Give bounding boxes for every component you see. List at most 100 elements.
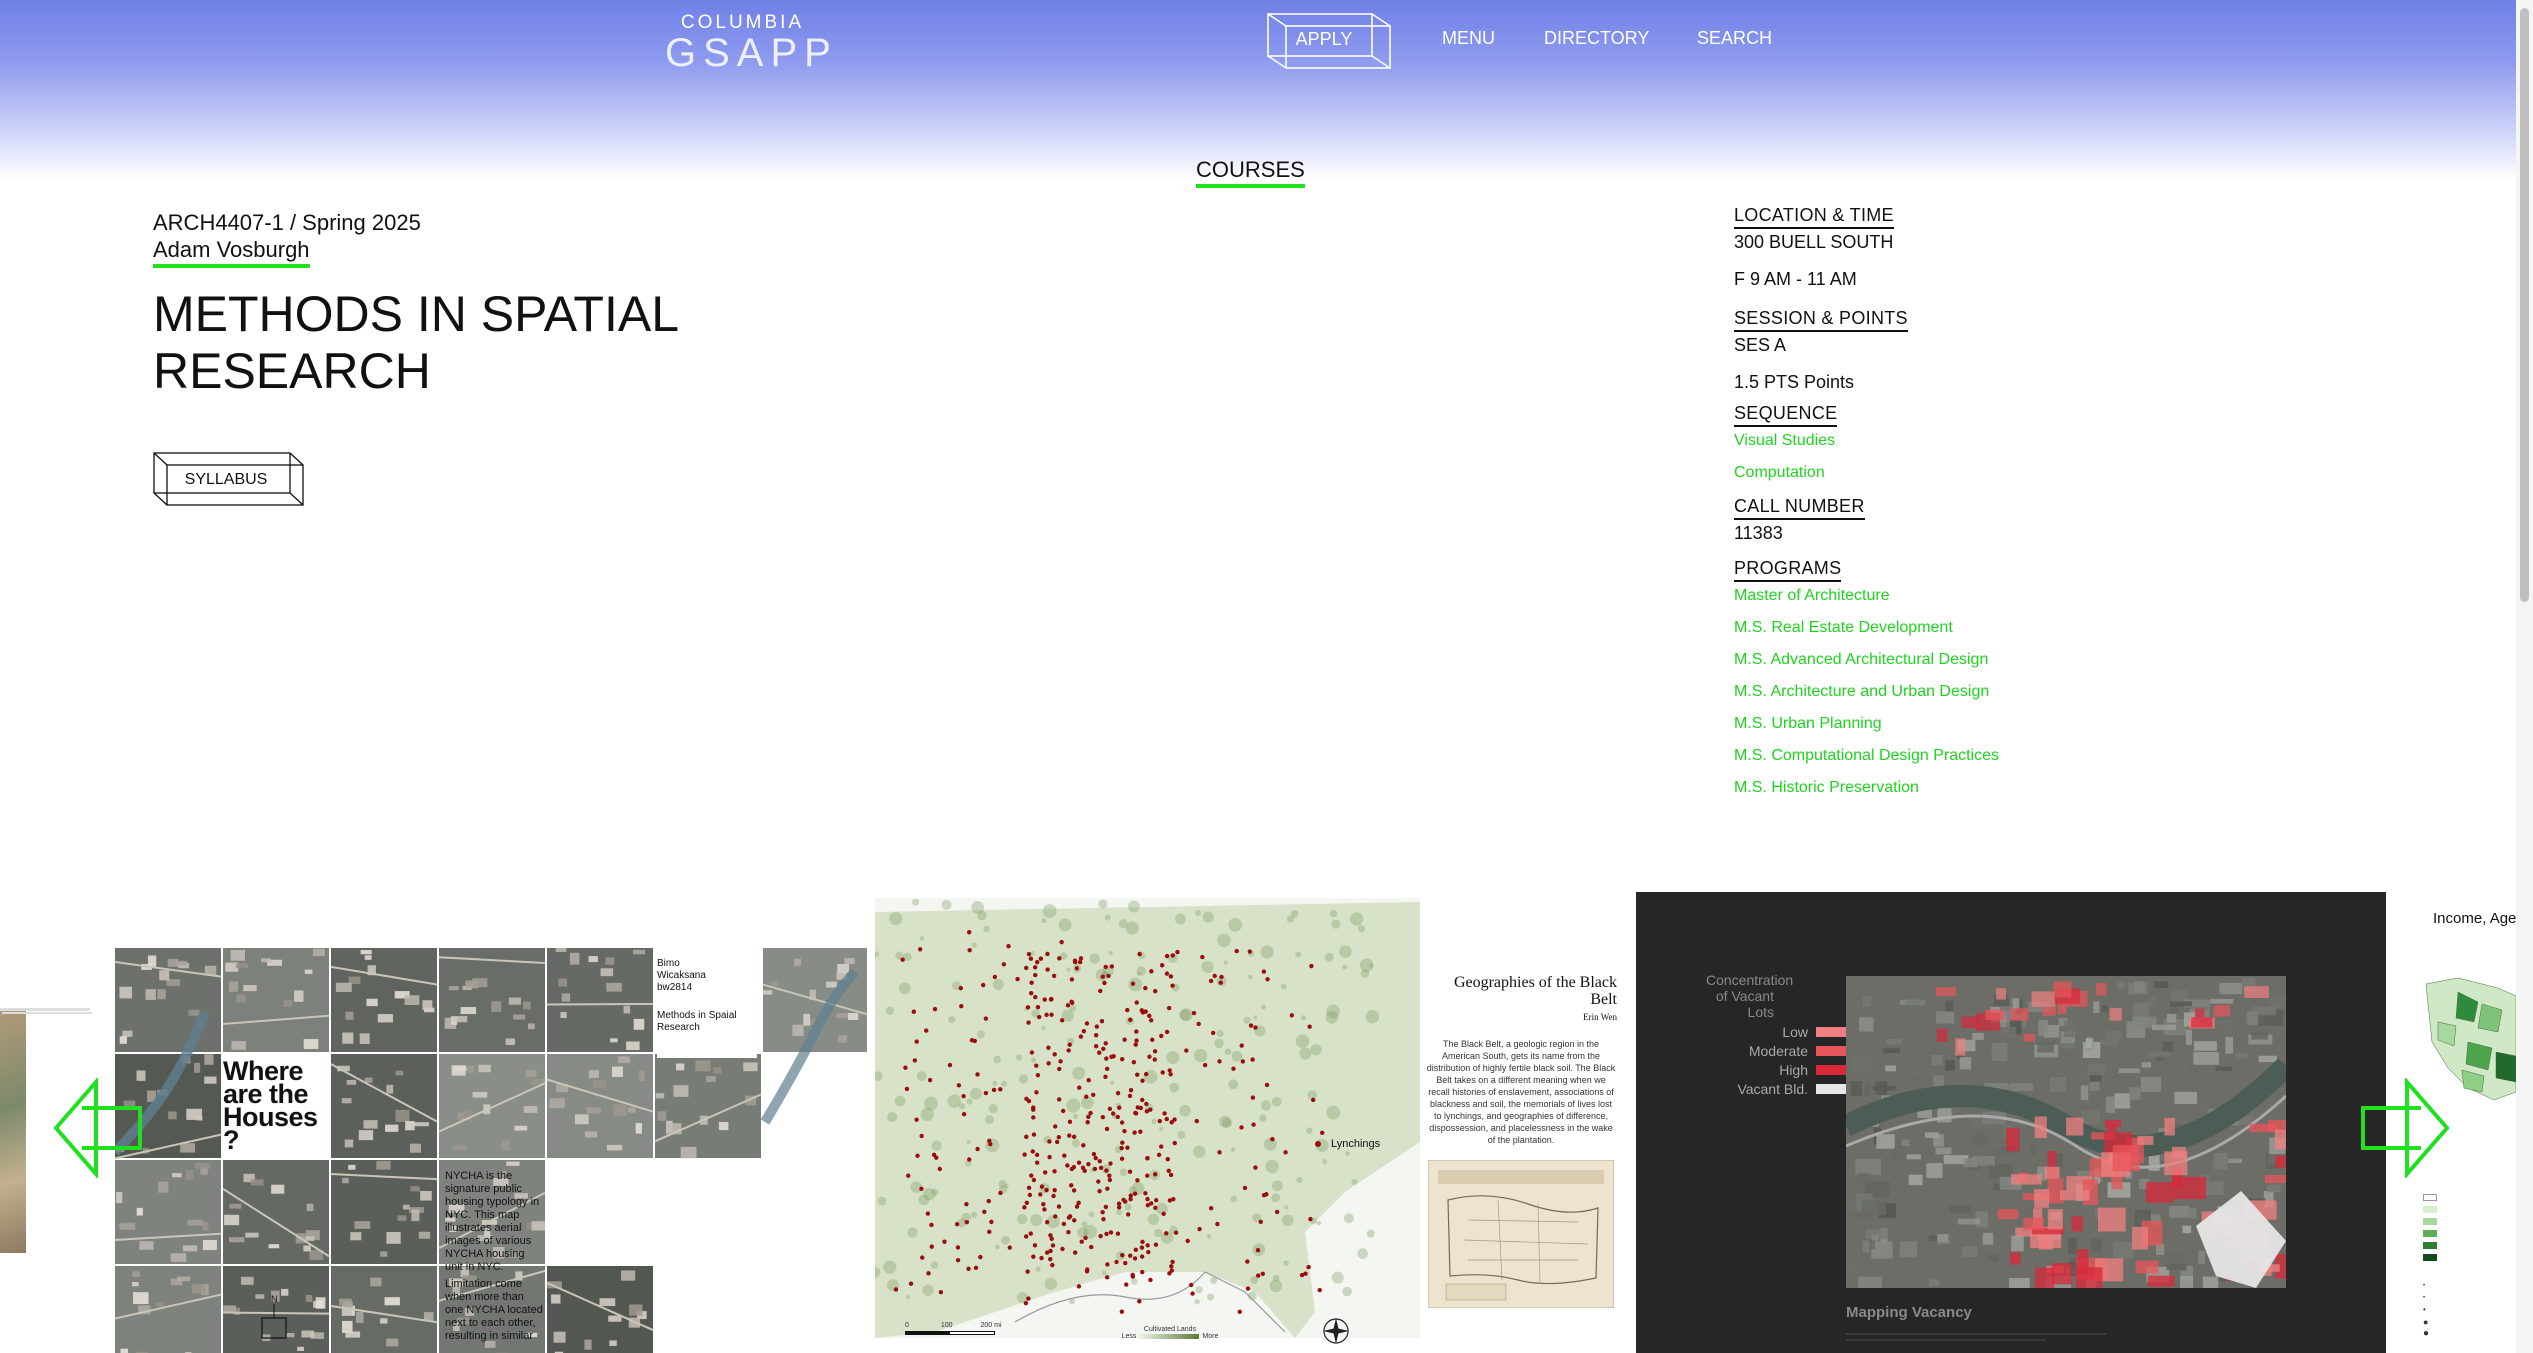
sequence-visual-studies[interactable]: Visual Studies [1734, 432, 2134, 450]
lynching-dot [1104, 1126, 1110, 1132]
lynching-dot [1104, 1275, 1110, 1280]
lynching-dot [1098, 988, 1103, 994]
sequence-computation[interactable]: Computation [1734, 464, 2134, 482]
aerial-building [422, 1000, 433, 1011]
vacancy-aerial-block [2210, 998, 2234, 1004]
map-terrain-patch [1284, 1205, 1289, 1210]
program-msup[interactable]: M.S. Urban Planning [1734, 715, 2134, 733]
lynching-dot [1153, 1205, 1158, 1211]
aerial-building [187, 1219, 204, 1226]
lynching-dot [1250, 1057, 1255, 1062]
lynching-dot [1208, 978, 1214, 984]
aerial-building [303, 1245, 311, 1252]
aerial-building [376, 1160, 391, 1170]
lynching-dot [1247, 949, 1253, 954]
lynching-dot [1088, 1110, 1093, 1116]
map-terrain-patch [1119, 1168, 1128, 1177]
lynching-dot [1128, 1017, 1133, 1022]
lynching-dot [1078, 956, 1084, 961]
map-terrain-patch [1127, 900, 1140, 913]
vacancy-aerial-block [2198, 1250, 2205, 1265]
instructor-link[interactable]: Adam Vosburgh [153, 237, 310, 268]
program-march[interactable]: Master of Architecture [1734, 587, 2134, 605]
lynching-dot [938, 1290, 944, 1295]
black-belt-map [875, 898, 1420, 1338]
vacancy-aerial-block [1962, 1246, 1978, 1257]
lynching-dot [1100, 1114, 1106, 1120]
lynching-dot [908, 1281, 914, 1286]
program-mshp[interactable]: M.S. Historic Preservation [1734, 779, 2134, 797]
vacancy-parcel [2023, 1033, 2035, 1042]
lynching-dot [1306, 1264, 1311, 1270]
carousel-prev-button[interactable] [52, 1076, 144, 1183]
aerial-building [599, 1298, 616, 1307]
lynching-dot [1166, 1005, 1172, 1011]
nav-search[interactable]: SEARCH [1697, 28, 1772, 49]
lynching-dot [1041, 1201, 1046, 1207]
lynching-dot [1242, 1185, 1248, 1191]
lynching-dot [1054, 1139, 1060, 1145]
slide-where-are-the-houses[interactable]: Bimo Wicaksana bw2814 Methods in Spaial … [115, 892, 867, 1353]
aerial-building [397, 1215, 407, 1221]
lynching-dot [1212, 973, 1217, 979]
map-terrain-patch [1230, 1147, 1236, 1152]
aerial-building [354, 1221, 371, 1229]
vacancy-legend-swatch [1816, 1083, 1846, 1094]
lynching-dot [1200, 954, 1205, 960]
vacancy-aerial-block [1988, 1163, 2013, 1179]
gsapp-logo[interactable]: COLUMBIA GSAPP [665, 12, 831, 73]
slide-black-belt[interactable]: Lynchings Geographies of the Black Belt … [875, 892, 1627, 1353]
vacancy-parcel [2035, 1267, 2055, 1288]
map-terrain-patch [1224, 1048, 1232, 1056]
page-scrollbar-thumb[interactable] [2520, 8, 2529, 602]
lynching-dot [1108, 1230, 1114, 1235]
vacancy-aerial-block [2252, 1006, 2277, 1016]
aerial-building [418, 1231, 431, 1239]
lynching-dot [1153, 1172, 1158, 1177]
program-msred[interactable]: M.S. Real Estate Development [1734, 619, 2134, 637]
nav-menu[interactable]: MENU [1442, 28, 1495, 49]
slide-mapping-vacancy[interactable]: Concentration of Vacant Lots Low Moderat… [1636, 892, 2386, 1353]
lynching-dot [1303, 1271, 1308, 1276]
vacancy-aerial-block [2270, 995, 2286, 1008]
apply-button[interactable]: APPLY [1266, 12, 1392, 70]
image-carousel[interactable]: Bimo Wicaksana bw2814 Methods in Spaial … [0, 892, 2533, 1353]
aerial-building [706, 1076, 716, 1083]
carousel-next-button[interactable] [2359, 1076, 2451, 1183]
lynching-dot [904, 1086, 910, 1092]
program-msaud[interactable]: M.S. Architecture and Urban Design [1734, 683, 2134, 701]
map-terrain-patch [1228, 918, 1242, 932]
lynching-dot [998, 1190, 1003, 1196]
aerial-building [600, 968, 614, 977]
lynching-dot [1170, 953, 1176, 958]
vacancy-aerial-block [1929, 1163, 1943, 1179]
lynching-dot [1170, 983, 1175, 988]
vacancy-parcel [2264, 1175, 2286, 1184]
program-mscdp[interactable]: M.S. Computational Design Practices [1734, 747, 2134, 765]
lynching-dot [1097, 1158, 1102, 1164]
vacancy-legend-label: Moderate [1748, 1042, 1808, 1059]
breadcrumb-courses[interactable]: COURSES [1196, 157, 1305, 188]
lynching-dot [942, 1239, 947, 1244]
map-terrain-patch [1230, 1195, 1238, 1203]
aerial-building [245, 1232, 259, 1238]
syllabus-button[interactable]: SYLLABUS [153, 452, 306, 508]
vacancy-parcel [2031, 991, 2056, 1007]
map-terrain-patch [971, 900, 985, 914]
lynching-dot [1034, 1063, 1039, 1068]
lynching-dot [1031, 1177, 1037, 1183]
lynching-dot [1130, 981, 1136, 986]
vacancy-caption: Mapping Vacancy [1846, 1304, 1972, 1321]
vacancy-aerial-block [2044, 1138, 2051, 1152]
program-msaad[interactable]: M.S. Advanced Architectural Design [1734, 651, 2134, 669]
aerial-building [606, 1144, 623, 1151]
aerial-building [177, 1276, 191, 1282]
lynching-dot [1140, 1078, 1145, 1083]
aerial-building [771, 981, 779, 987]
lynching-dot [1032, 965, 1038, 970]
nav-directory[interactable]: DIRECTORY [1544, 28, 1649, 49]
aerial-building [120, 1348, 129, 1353]
vacancy-aerial-block [2251, 1032, 2269, 1040]
map-terrain-patch [992, 1080, 998, 1086]
lynching-dot [919, 1186, 924, 1192]
